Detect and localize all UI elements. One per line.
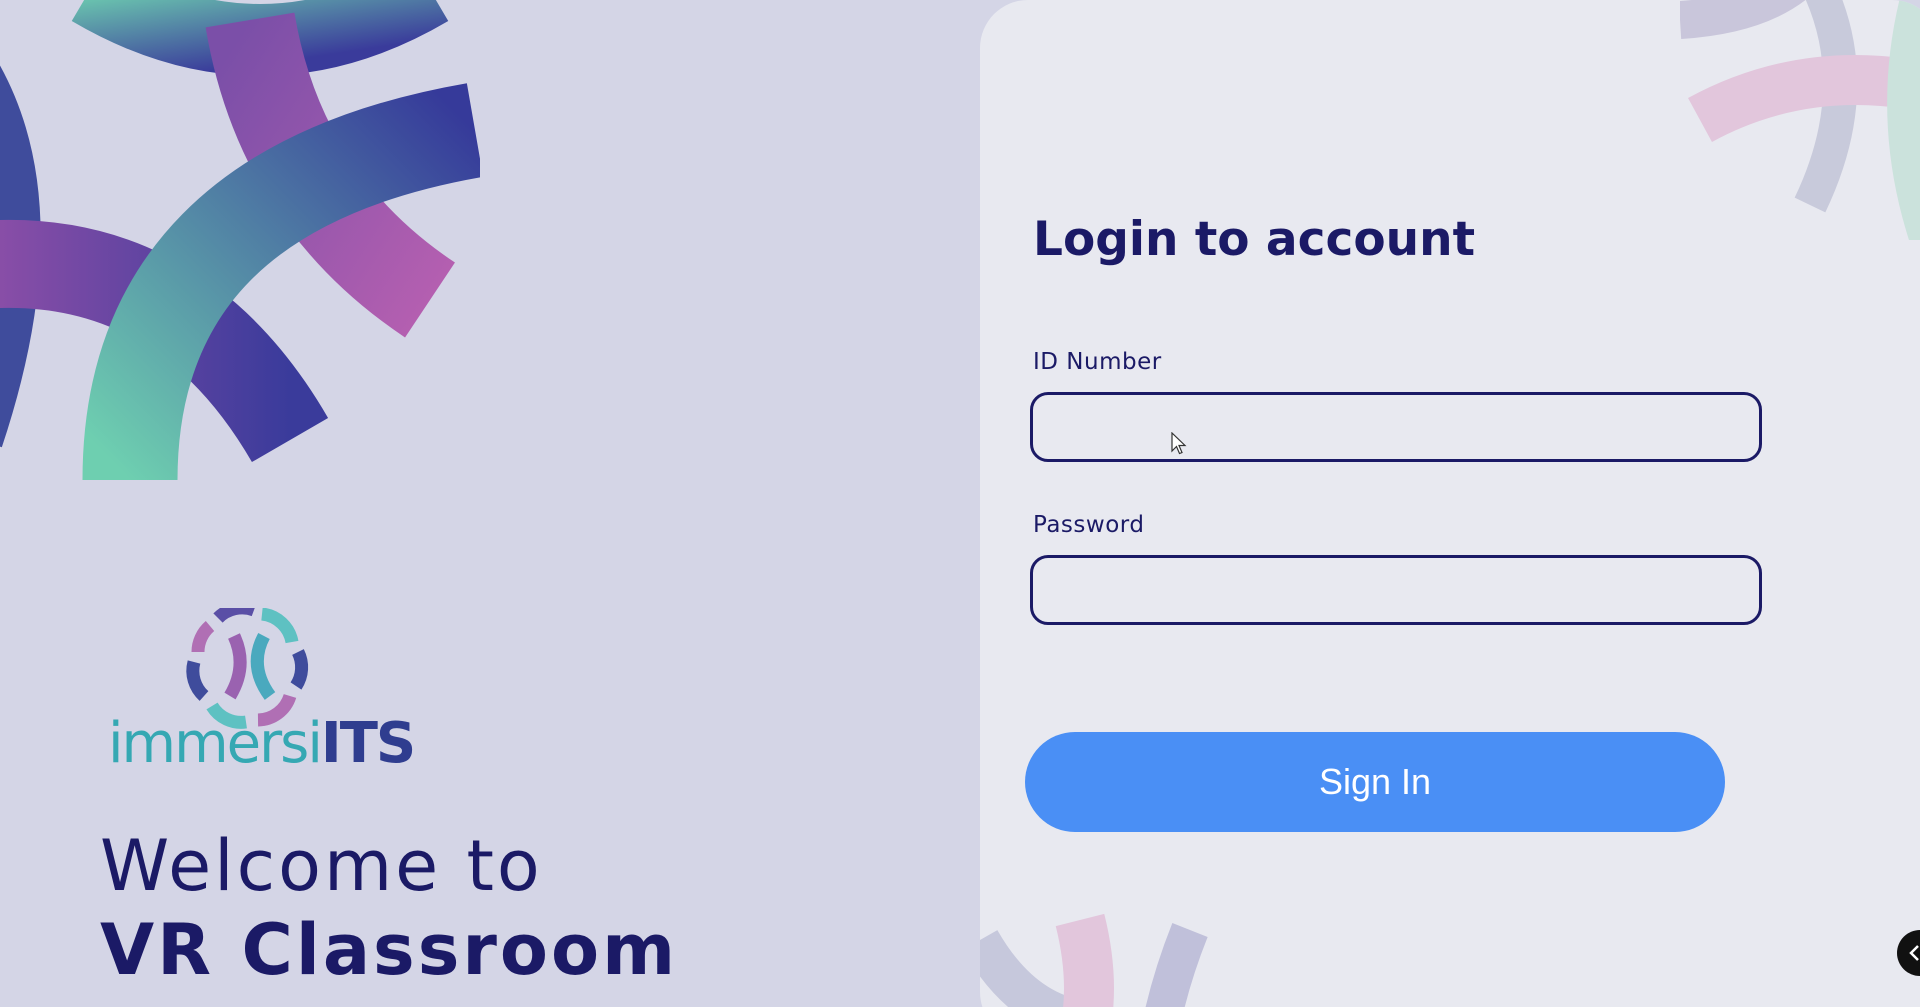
- id-number-input[interactable]: [1030, 392, 1762, 462]
- login-panel: Login to account ID Number Password Sign…: [980, 0, 1920, 1007]
- brand-wordmark: immersiITS: [108, 716, 416, 772]
- panel-decorative-arcs-top-right: [1680, 0, 1920, 240]
- brand-wordmark-accent: ITS: [320, 711, 416, 776]
- welcome-line-2: VR Classroom: [100, 909, 679, 991]
- login-title: Login to account: [1033, 212, 1476, 267]
- decorative-arcs-graphic: [0, 0, 480, 480]
- id-number-label: ID Number: [1033, 349, 1162, 375]
- welcome-line-1: Welcome to: [100, 825, 543, 907]
- sign-in-button[interactable]: Sign In: [1025, 732, 1725, 832]
- chevron-left-icon: [1909, 945, 1919, 961]
- panel-decorative-arcs-bottom: [980, 913, 1208, 1007]
- login-page: immersiITS Welcome to VR Classroom Login…: [0, 0, 1920, 1007]
- welcome-heading: Welcome to VR Classroom: [100, 824, 678, 992]
- brand-wordmark-main: immersi: [108, 711, 323, 776]
- mouse-pointer-icon: [1171, 432, 1187, 455]
- password-input[interactable]: [1030, 555, 1762, 625]
- password-label: Password: [1033, 512, 1145, 538]
